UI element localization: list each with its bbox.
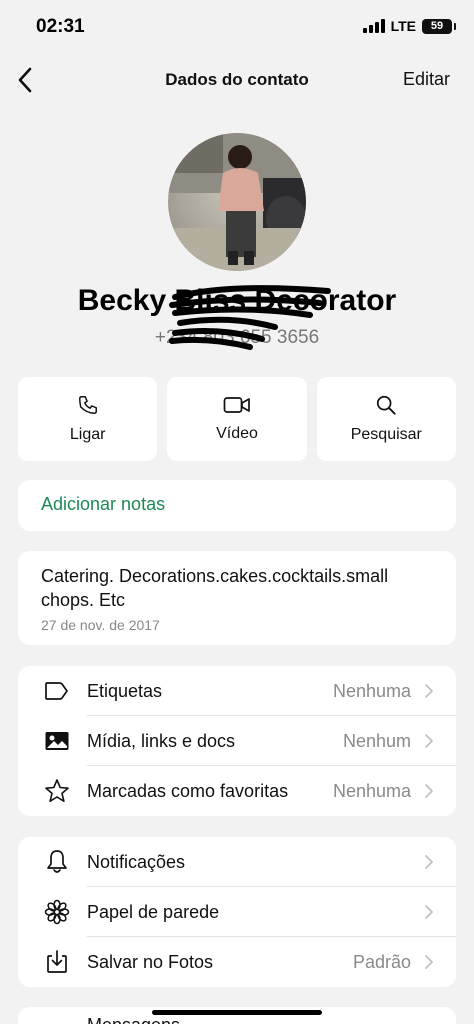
chevron-right-icon [425,734,433,748]
star-icon [44,778,70,804]
status-bar: 02:31 LTE 59 [0,0,474,52]
list-item-labels[interactable]: Etiquetas Nenhuma [18,666,456,716]
list-item-label: Papel de parede [87,901,220,922]
chevron-right-icon [425,784,433,798]
home-indicator[interactable] [152,1010,322,1015]
settings-list: Notificações Papel de parede Salvar no F… [18,837,456,987]
add-notes-button[interactable]: Adicionar notas [41,494,165,515]
call-button[interactable]: Ligar [18,377,158,461]
list-item-label: Salvar no Fotos [87,951,214,972]
status-indicators: LTE 59 [362,18,456,34]
chevron-right-icon [425,684,433,698]
search-icon [377,395,396,415]
nav-bar: Dados do contato Editar [0,56,474,106]
list-item-value: Nenhuma [332,780,411,801]
contact-info-list: Etiquetas Nenhuma Mídia, links e docs Ne… [18,666,456,816]
chevron-right-icon [425,905,433,919]
chevron-right-icon [425,855,433,869]
list-item-save-photos[interactable]: Salvar no Fotos Padrão [18,937,456,987]
notes-card: Adicionar notas [18,480,456,531]
phone-icon [78,396,97,414]
list-item-value: Padrão [352,951,411,972]
status-time: 02:31 [36,16,85,37]
chevron-right-icon [425,955,433,969]
search-label: Pesquisar [350,426,422,443]
avatar[interactable] [168,133,306,271]
list-item-starred[interactable]: Marcadas como favoritas Nenhuma [18,766,456,816]
list-item-value: Nenhuma [332,680,411,701]
avatar-photo [168,133,306,271]
list-item-label: Etiquetas [87,680,163,701]
image-icon [44,728,70,754]
list-item-media[interactable]: Mídia, links e docs Nenhum [18,716,456,766]
label-icon [44,678,70,704]
list-item-label: Mídia, links e docs [87,730,236,751]
about-date: 27 de nov. de 2017 [41,617,160,633]
video-button[interactable]: Vídeo [167,377,307,461]
contact-name: Becky Bliss Decorator [77,284,397,317]
video-icon [223,397,250,413]
list-item-label: Marcadas como favoritas [87,780,289,801]
list-item-notifications[interactable]: Notificações [18,837,456,887]
about-text: Catering. Decorations.cakes.cocktails.sm… [41,566,389,610]
battery-icon: 59 [422,18,456,34]
network-type: LTE [390,18,416,34]
flower-icon [44,899,70,925]
list-item-label: Notificações [87,851,186,872]
edit-button[interactable]: Editar [403,69,450,90]
search-button[interactable]: Pesquisar [316,377,456,461]
list-item-wallpaper[interactable]: Papel de parede [18,887,456,937]
list-item-label[interactable]: Mensagens [87,1015,180,1024]
bell-icon [44,849,70,875]
download-icon [44,949,70,975]
signal-icon [362,19,385,33]
about-card: Catering. Decorations.cakes.cocktails.sm… [18,551,456,645]
contact-phone: +234 803 655 3656 [154,327,320,348]
action-buttons: Ligar Vídeo Pesquisar [18,377,456,461]
call-label: Ligar [69,426,106,443]
list-item-value: Nenhum [342,730,411,751]
video-label: Vídeo [216,425,258,442]
